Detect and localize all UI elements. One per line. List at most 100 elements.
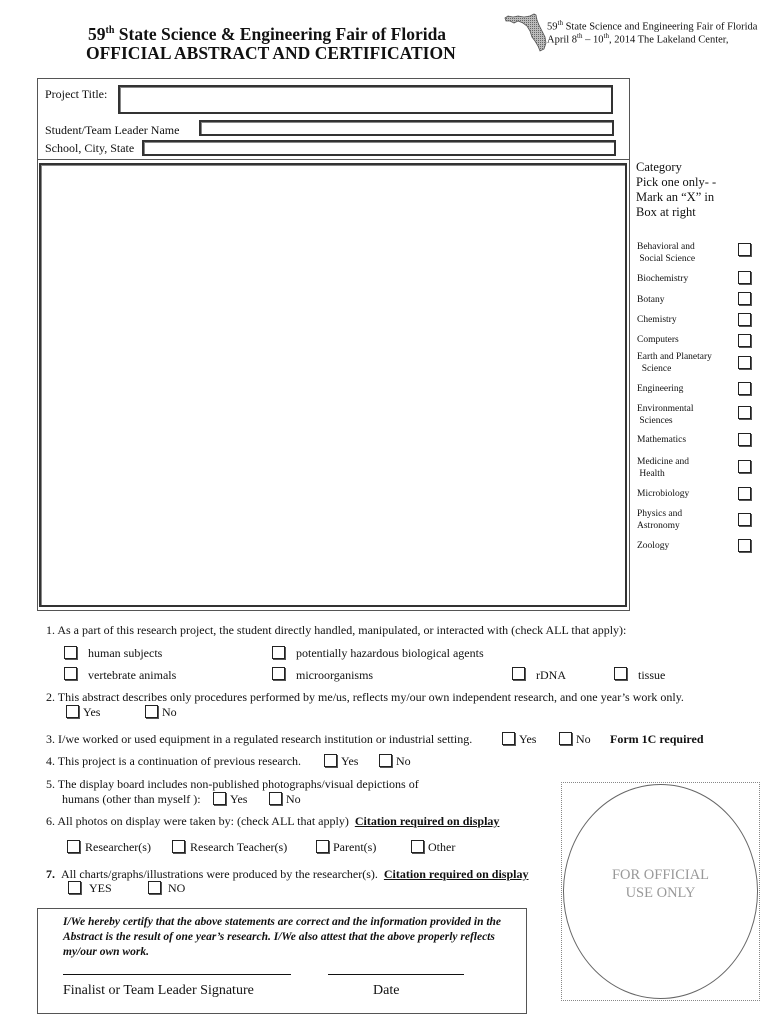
category-hint-3: Box at right	[636, 205, 696, 219]
category-checkbox[interactable]	[738, 460, 751, 473]
checkbox-q2-yes[interactable]	[66, 705, 79, 718]
question-2-text: 2. This abstract describes only procedur…	[46, 690, 684, 704]
category-label-line: Health	[637, 469, 665, 479]
category-checkbox[interactable]	[738, 334, 751, 347]
category-heading: Category	[636, 160, 682, 174]
checkbox-microorganisms[interactable]	[272, 667, 285, 680]
option-vertebrate-animals: vertebrate animals	[88, 668, 177, 682]
category-checkbox[interactable]	[738, 539, 751, 552]
fair-date-line: April 8th – 10th, 2014 The Lakeland Cent…	[547, 32, 728, 46]
checkbox-parents[interactable]	[316, 840, 329, 853]
form-1c-note: Form 1C required	[610, 732, 704, 746]
date-line[interactable]	[328, 974, 464, 975]
checkbox-research-teachers[interactable]	[172, 840, 185, 853]
q2-yes-label: Yes	[83, 705, 101, 719]
category-label: Microbiology	[637, 488, 732, 500]
category-label: Zoology	[637, 540, 732, 552]
category-label-line: Behavioral and	[637, 242, 695, 252]
category-label-line: Chemistry	[637, 315, 677, 325]
question-7-text: 7. All charts/graphs/illustrations were …	[46, 867, 528, 882]
category-label-line: Environmental	[637, 404, 694, 414]
category-checkbox[interactable]	[738, 513, 751, 526]
option-other: Other	[428, 840, 456, 854]
category-label-line: Earth and Planetary	[637, 352, 712, 362]
project-title-label: Project Title:	[45, 87, 108, 101]
project-title-field[interactable]	[118, 85, 613, 114]
checkbox-human-subjects[interactable]	[64, 646, 77, 659]
checkbox-q3-no[interactable]	[559, 732, 572, 745]
date-start: April 8	[547, 34, 578, 46]
checkbox-tissue[interactable]	[614, 667, 627, 680]
checkbox-vertebrate-animals[interactable]	[64, 667, 77, 680]
date-label: Date	[373, 983, 400, 998]
category-label-line: Mathematics	[637, 435, 687, 445]
q3-yes-label: Yes	[519, 732, 537, 746]
category-label-line: Computers	[637, 335, 679, 345]
date-end: – 10	[582, 34, 604, 46]
question-6-label: 6. All photos on display were taken by: …	[46, 814, 349, 828]
checkbox-q3-yes[interactable]	[502, 732, 515, 745]
category-checkbox[interactable]	[738, 406, 751, 419]
category-checkbox[interactable]	[738, 356, 751, 369]
checkbox-q5-yes[interactable]	[213, 792, 226, 805]
certification-statement: I/We hereby certify that the above state…	[63, 916, 502, 958]
checkbox-q5-no[interactable]	[269, 792, 282, 805]
category-label-line: Botany	[637, 295, 665, 305]
q4-yes-label: Yes	[341, 754, 359, 768]
category-checkbox[interactable]	[738, 313, 751, 326]
category-label: Mathematics	[637, 434, 732, 446]
category-label: Earth and Planetary Science	[637, 351, 732, 375]
student-name-label: Student/Team Leader Name	[45, 123, 180, 137]
title-number: 59	[88, 24, 106, 44]
category-checkbox[interactable]	[738, 433, 751, 446]
school-field[interactable]	[142, 140, 616, 156]
signature-line[interactable]	[63, 974, 291, 975]
question-6-text: 6. All photos on display were taken by: …	[46, 814, 499, 829]
question-3-text: 3. I/we worked or used equipment in a re…	[46, 732, 473, 746]
option-rdna: rDNA	[536, 668, 566, 682]
question-5-text-cont: humans (other than myself ):	[62, 792, 201, 806]
option-human-subjects: human subjects	[88, 646, 163, 660]
category-label-line: Medicine and	[637, 457, 689, 467]
category-hint-2: Mark an “X” in	[636, 190, 715, 204]
checkbox-q4-yes[interactable]	[324, 754, 337, 767]
student-name-field[interactable]	[199, 120, 614, 136]
question-4-text: 4. This project is a continuation of pre…	[46, 754, 302, 768]
checkbox-q7-no[interactable]	[148, 881, 161, 894]
category-hint-1: Pick one only- -	[636, 175, 717, 189]
option-hazardous-agents: potentially hazardous biological agents	[296, 646, 484, 660]
category-label: Physics and Astronomy	[637, 508, 732, 532]
category-instructions: Category Pick one only- - Mark an “X” in…	[636, 160, 716, 220]
date-venue: , 2014 The Lakeland Center,	[608, 34, 729, 46]
title-text: State Science & Engineering Fair of Flor…	[114, 24, 447, 44]
checkbox-hazardous-agents[interactable]	[272, 646, 285, 659]
category-label: Engineering	[637, 383, 732, 395]
category-label: Environmental Sciences	[637, 403, 732, 427]
category-checkbox[interactable]	[738, 271, 751, 284]
category-label: Biochemistry	[637, 273, 732, 285]
school-label: School, City, State	[45, 141, 135, 155]
checkbox-rdna[interactable]	[512, 667, 525, 680]
q7-yes-label: YES	[89, 881, 112, 895]
category-checkbox[interactable]	[738, 382, 751, 395]
checkbox-other[interactable]	[411, 840, 424, 853]
fair-number: 59	[547, 21, 558, 33]
category-checkbox[interactable]	[738, 487, 751, 500]
signature-label: Finalist or Team Leader Signature	[63, 983, 254, 998]
checkbox-researchers[interactable]	[67, 840, 80, 853]
checkbox-q7-yes[interactable]	[68, 881, 81, 894]
form-title: 59th State Science & Engineering Fair of…	[88, 24, 446, 45]
checkbox-q2-no[interactable]	[145, 705, 158, 718]
question-1-text: 1. As a part of this research project, t…	[46, 623, 627, 637]
q6-citation-note: Citation required on display	[354, 814, 500, 828]
q4-no-label: No	[396, 754, 411, 768]
q7-no-label: NO	[168, 881, 186, 895]
category-label-line: Astronomy	[637, 521, 680, 531]
question-7-label: All charts/graphs/illustrations were pro…	[61, 867, 378, 881]
category-checkbox[interactable]	[738, 292, 751, 305]
question-7-number: 7.	[46, 867, 55, 881]
checkbox-q4-no[interactable]	[379, 754, 392, 767]
abstract-textarea[interactable]	[39, 163, 627, 607]
q5-yes-label: Yes	[230, 792, 248, 806]
category-checkbox[interactable]	[738, 243, 751, 256]
